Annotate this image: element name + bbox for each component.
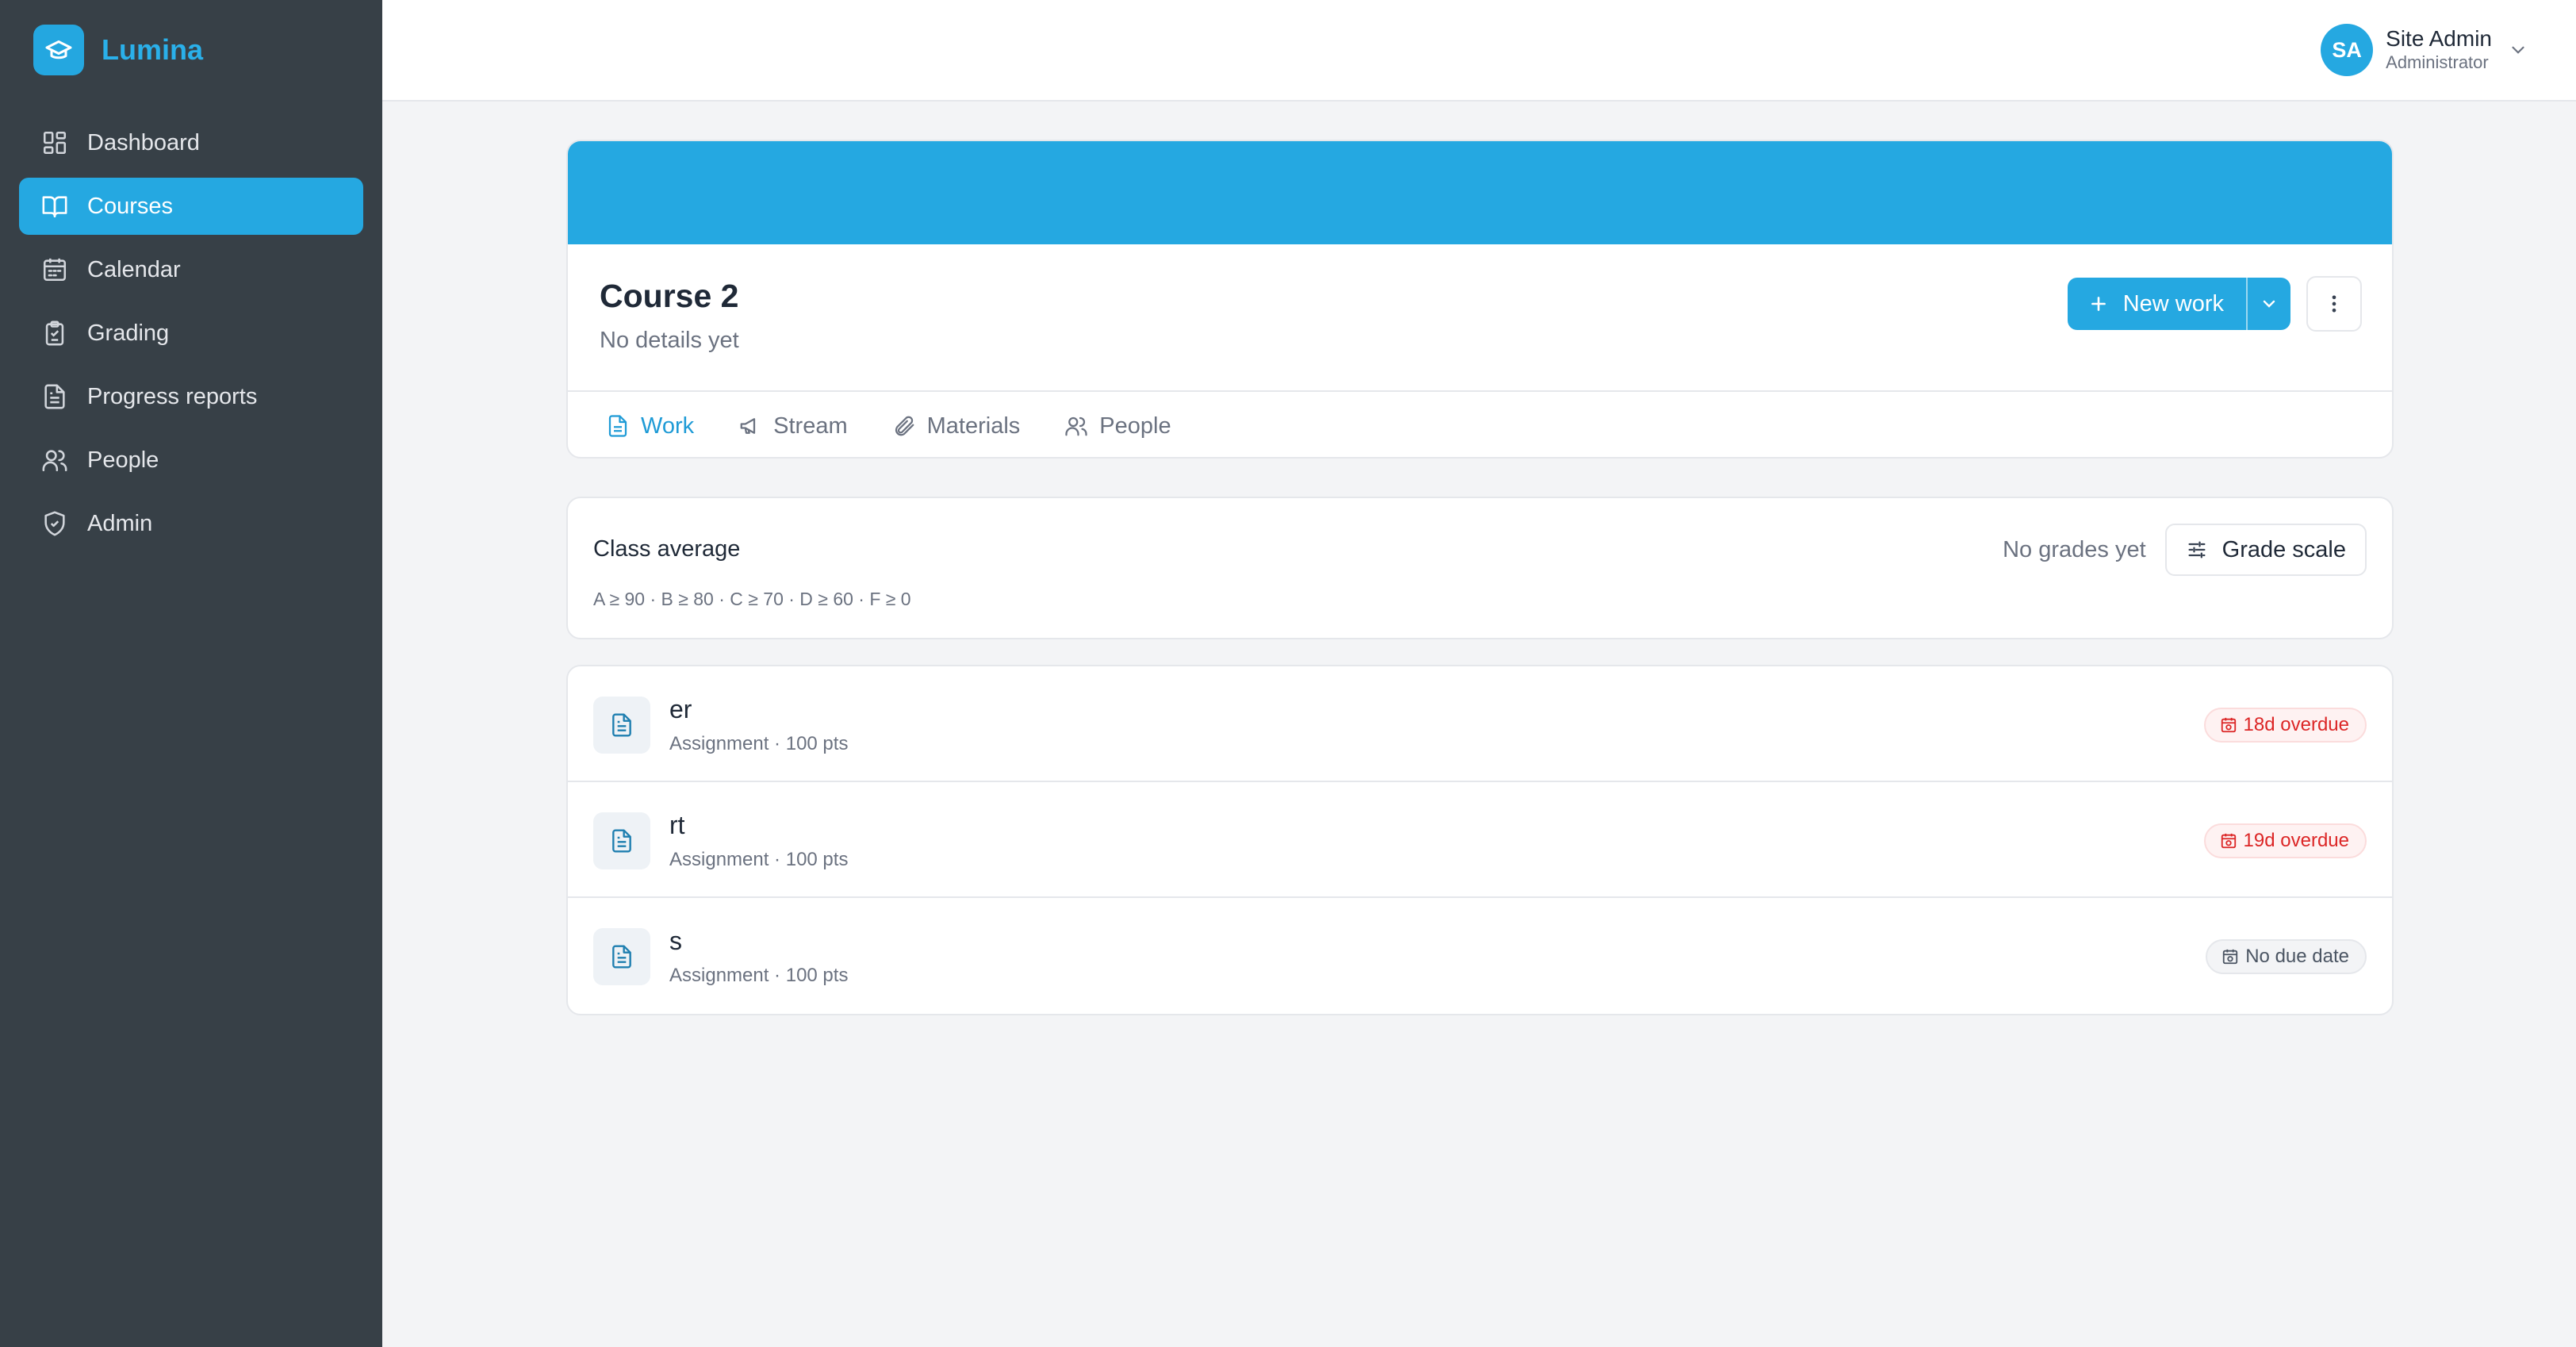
course-subtitle: No details yet (600, 328, 739, 353)
brand-name: Lumina (102, 33, 204, 66)
tab-label: Materials (926, 413, 1021, 439)
due-label: 19d overdue (2243, 830, 2349, 851)
user-name: Site Admin (2386, 26, 2492, 51)
new-work-split-button: New work (2067, 278, 2290, 330)
due-badge: No due date (2206, 939, 2367, 974)
users-icon (1064, 414, 1088, 438)
sidebar-nav: Dashboard Courses Calendar Grading Progr… (19, 114, 363, 558)
file-text-icon (606, 414, 630, 438)
more-vertical-icon (2323, 293, 2345, 315)
class-average-title: Class average (593, 536, 741, 562)
due-label: 18d overdue (2243, 714, 2349, 735)
sidebar-item-grading[interactable]: Grading (19, 305, 363, 362)
tab-label: People (1099, 413, 1171, 439)
more-options-button[interactable] (2306, 276, 2362, 332)
due-badge: 18d overdue (2203, 708, 2367, 743)
new-work-dropdown-button[interactable] (2246, 278, 2290, 330)
sidebar-item-dashboard[interactable]: Dashboard (19, 114, 363, 171)
sidebar-item-label: People (87, 447, 159, 473)
plus-icon (2088, 294, 2109, 314)
chevron-down-icon (2260, 294, 2279, 313)
user-menu[interactable]: SA Site Admin Administrator (2321, 22, 2528, 78)
calendar-icon (40, 255, 70, 285)
chevron-down-icon (2508, 40, 2528, 60)
sidebar: Lumina Dashboard Courses Calendar Gradin… (0, 0, 382, 1347)
course-banner (568, 141, 2392, 244)
sliders-icon (2186, 539, 2208, 561)
tab-materials[interactable]: Materials (873, 392, 1040, 457)
work-meta: Assignment · 100 pts (669, 849, 849, 870)
grade-scale-button[interactable]: Grade scale (2164, 524, 2367, 576)
megaphone-icon (738, 414, 762, 438)
due-badge: 19d overdue (2203, 823, 2367, 858)
list-item[interactable]: rt Assignment · 100 pts 19d overdue (568, 782, 2392, 898)
list-item[interactable]: s Assignment · 100 pts No due date (568, 898, 2392, 1014)
course-title: Course 2 (600, 278, 739, 314)
sidebar-item-label: Grading (87, 320, 170, 346)
brand[interactable]: Lumina (33, 24, 203, 76)
user-info: Site Admin Administrator (2386, 26, 2492, 74)
work-list: er Assignment · 100 pts 18d overdue rt A… (566, 665, 2394, 1015)
book-open-icon (40, 191, 70, 221)
avatar: SA (2321, 24, 2374, 76)
grade-scale-label: Grade scale (2221, 536, 2346, 562)
top-bar: SA Site Admin Administrator (382, 0, 2576, 102)
due-label: No due date (2245, 946, 2349, 967)
tab-work[interactable]: Work (587, 392, 713, 457)
file-text-icon (593, 697, 650, 754)
graduation-cap-icon (33, 25, 84, 75)
user-role: Administrator (2386, 52, 2489, 72)
sidebar-item-admin[interactable]: Admin (19, 495, 363, 552)
new-work-button[interactable]: New work (2068, 278, 2246, 330)
list-item[interactable]: er Assignment · 100 pts 18d overdue (568, 666, 2392, 782)
calendar-clock-icon (2220, 716, 2237, 734)
clipboard-icon (40, 318, 70, 348)
course-actions: New work (2067, 276, 2362, 332)
file-text-icon (593, 928, 650, 985)
tab-people[interactable]: People (1045, 392, 1190, 457)
sidebar-item-progress-reports[interactable]: Progress reports (19, 368, 363, 425)
sidebar-item-people[interactable]: People (19, 432, 363, 489)
sidebar-item-label: Calendar (87, 256, 181, 282)
tab-stream[interactable]: Stream (719, 392, 866, 457)
tab-label: Stream (773, 413, 848, 439)
class-average-status: No grades yet (2003, 536, 2146, 562)
work-title: er (669, 695, 692, 723)
work-title: rt (669, 811, 685, 839)
course-tabs: Work Stream Materials People (568, 390, 2392, 457)
tab-label: Work (641, 413, 695, 439)
work-title: s (669, 927, 682, 955)
sidebar-item-label: Admin (87, 510, 153, 536)
calendar-clock-icon (2221, 948, 2239, 965)
sidebar-item-courses[interactable]: Courses (19, 178, 363, 235)
course-header-card: Course 2 No details yet New work Work St… (566, 140, 2394, 459)
sidebar-item-label: Dashboard (87, 129, 200, 155)
class-average-actions: No grades yet Grade scale (2003, 524, 2367, 576)
calendar-clock-icon (2220, 832, 2237, 850)
file-text-icon (593, 812, 650, 869)
users-icon (40, 445, 70, 475)
new-work-label: New work (2122, 290, 2224, 317)
shield-check-icon (40, 508, 70, 539)
sidebar-item-label: Progress reports (87, 383, 258, 409)
class-average-card: Class average A ≥ 90 · B ≥ 80 · C ≥ 70 ·… (566, 497, 2394, 639)
paperclip-icon (892, 414, 916, 438)
work-meta: Assignment · 100 pts (669, 965, 849, 986)
work-meta: Assignment · 100 pts (669, 733, 849, 754)
file-text-icon (40, 382, 70, 412)
dashboard-icon (40, 128, 70, 158)
grade-scale-summary: A ≥ 90 · B ≥ 80 · C ≥ 70 · D ≥ 60 · F ≥ … (593, 589, 911, 609)
sidebar-item-calendar[interactable]: Calendar (19, 241, 363, 298)
sidebar-item-label: Courses (87, 193, 173, 219)
